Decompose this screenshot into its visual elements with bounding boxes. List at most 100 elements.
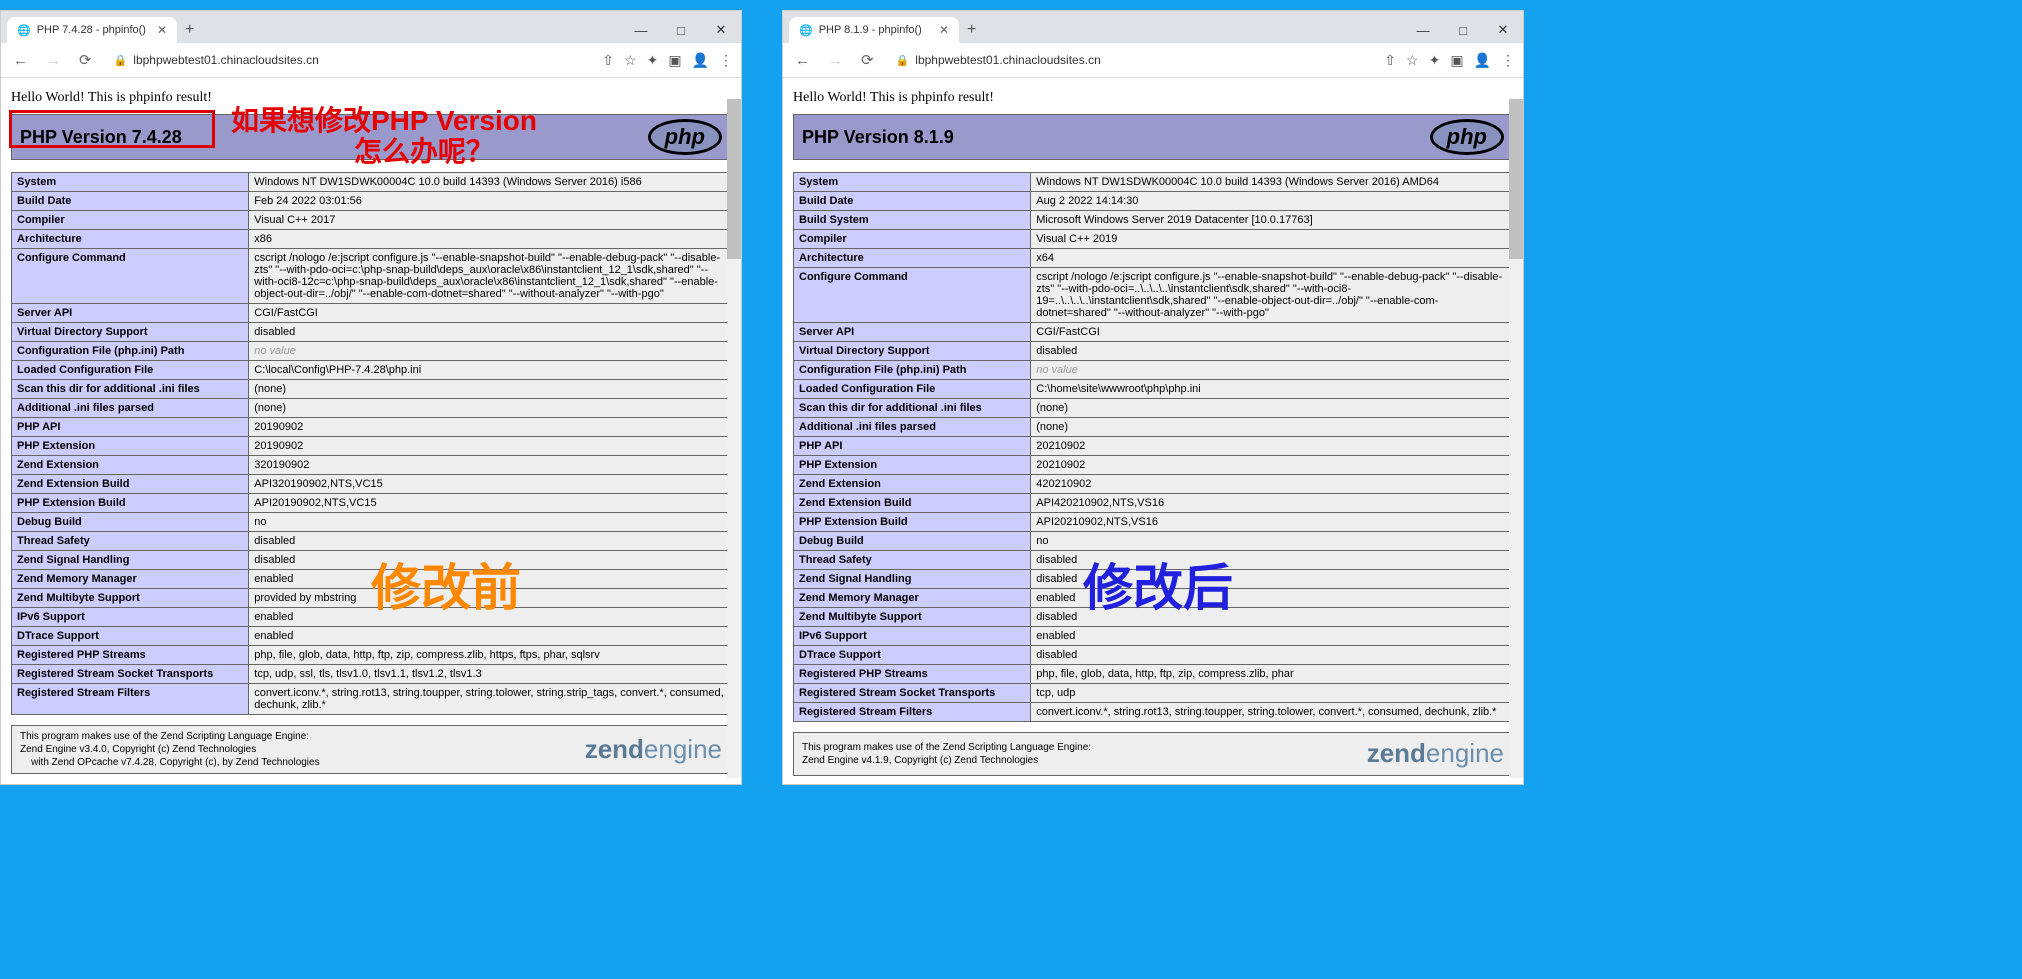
- close-tab-icon[interactable]: ✕: [939, 23, 949, 37]
- table-row: CompilerVisual C++ 2017: [12, 211, 731, 230]
- info-value: CGI/FastCGI: [1031, 323, 1513, 342]
- reload-button[interactable]: ⟳: [857, 49, 878, 71]
- tab-title: PHP 8.1.9 - phpinfo(): [819, 24, 922, 36]
- info-key: Compiler: [794, 230, 1031, 249]
- reload-button[interactable]: ⟳: [75, 49, 96, 71]
- info-key: Zend Multibyte Support: [794, 608, 1031, 627]
- info-value: 20190902: [249, 437, 731, 456]
- new-tab-button[interactable]: +: [967, 21, 976, 39]
- info-value: no: [249, 513, 731, 532]
- close-window-button[interactable]: ✕: [1483, 18, 1523, 42]
- close-window-button[interactable]: ✕: [701, 18, 741, 42]
- profile-icon[interactable]: 👤: [692, 52, 709, 69]
- tab-bar: 🌐 PHP 8.1.9 - phpinfo() ✕ + — □ ✕: [783, 11, 1523, 43]
- info-value: cscript /nologo /e:jscript configure.js …: [249, 249, 731, 304]
- maximize-button[interactable]: □: [1443, 18, 1483, 42]
- info-key: Debug Build: [12, 513, 249, 532]
- info-key: Compiler: [12, 211, 249, 230]
- info-key: Registered Stream Filters: [12, 684, 249, 715]
- info-key: IPv6 Support: [794, 627, 1031, 646]
- back-button[interactable]: ←: [791, 50, 814, 71]
- table-row: Registered Stream Socket Transportstcp, …: [12, 665, 731, 684]
- vertical-scrollbar[interactable]: [727, 99, 741, 778]
- info-key: Configuration File (php.ini) Path: [12, 342, 249, 361]
- maximize-button[interactable]: □: [661, 18, 701, 42]
- table-row: IPv6 Supportenabled: [794, 627, 1513, 646]
- phpinfo-table: SystemWindows NT DW1SDWK00004C 10.0 buil…: [793, 172, 1513, 722]
- page-content: Hello World! This is phpinfo result! PHP…: [1, 78, 741, 782]
- info-value: disabled: [1031, 551, 1513, 570]
- table-row: Debug Buildno: [794, 532, 1513, 551]
- info-value: convert.iconv.*, string.rot13, string.to…: [1031, 703, 1513, 722]
- info-value: Visual C++ 2017: [249, 211, 731, 230]
- info-key: DTrace Support: [794, 646, 1031, 665]
- table-row: Configuration File (php.ini) Pathno valu…: [12, 342, 731, 361]
- php-version-text: PHP Version 7.4.28: [20, 127, 182, 148]
- info-key: IPv6 Support: [12, 608, 249, 627]
- browser-tab[interactable]: 🌐 PHP 8.1.9 - phpinfo() ✕: [789, 17, 959, 43]
- table-row: PHP Extension20190902: [12, 437, 731, 456]
- lock-icon: 🔒: [896, 54, 910, 67]
- table-row: PHP API20190902: [12, 418, 731, 437]
- zend-footer-text: This program makes use of the Zend Scrip…: [20, 730, 320, 769]
- forward-button[interactable]: →: [824, 50, 847, 71]
- vertical-scrollbar[interactable]: [1509, 99, 1523, 778]
- table-row: Zend Extension320190902: [12, 456, 731, 475]
- menu-icon[interactable]: ⋮: [719, 52, 733, 69]
- forward-button[interactable]: →: [42, 50, 65, 71]
- info-value: API20210902,NTS,VS16: [1031, 513, 1513, 532]
- info-key: Loaded Configuration File: [794, 380, 1031, 399]
- info-key: Registered Stream Socket Transports: [794, 684, 1031, 703]
- scrollbar-thumb[interactable]: [727, 99, 741, 259]
- info-value: cscript /nologo /e:jscript configure.js …: [1031, 268, 1513, 323]
- table-row: Registered PHP Streamsphp, file, glob, d…: [12, 646, 731, 665]
- extensions-icon[interactable]: ✦: [647, 52, 659, 69]
- globe-icon: 🌐: [17, 24, 31, 37]
- table-row: IPv6 Supportenabled: [12, 608, 731, 627]
- extensions-icon[interactable]: ✦: [1429, 52, 1441, 69]
- info-value: API420210902,NTS,VS16: [1031, 494, 1513, 513]
- info-value: x64: [1031, 249, 1513, 268]
- info-key: PHP API: [794, 437, 1031, 456]
- info-key: Scan this dir for additional .ini files: [12, 380, 249, 399]
- menu-icon[interactable]: ⋮: [1501, 52, 1515, 69]
- new-tab-button[interactable]: +: [185, 21, 194, 39]
- table-row: PHP Extension BuildAPI20210902,NTS,VS16: [794, 513, 1513, 532]
- profile-icon[interactable]: 👤: [1474, 52, 1491, 69]
- minimize-button[interactable]: —: [621, 18, 661, 42]
- close-tab-icon[interactable]: ✕: [157, 23, 167, 37]
- info-key: Server API: [794, 323, 1031, 342]
- url-field[interactable]: 🔒 lbphpwebtest01.chinacloudsites.cn: [106, 49, 593, 71]
- panel-icon[interactable]: ▣: [1450, 52, 1463, 69]
- share-icon[interactable]: ⇧: [1384, 52, 1396, 69]
- info-value: disabled: [1031, 570, 1513, 589]
- browser-window-left: 🌐 PHP 7.4.28 - phpinfo() ✕ + — □ ✕ ← → ⟳…: [0, 10, 742, 785]
- info-value: Visual C++ 2019: [1031, 230, 1513, 249]
- info-value: API320190902,NTS,VC15: [249, 475, 731, 494]
- panel-icon[interactable]: ▣: [668, 52, 681, 69]
- info-key: Registered Stream Socket Transports: [12, 665, 249, 684]
- info-key: Build System: [794, 211, 1031, 230]
- url-field[interactable]: 🔒 lbphpwebtest01.chinacloudsites.cn: [888, 49, 1375, 71]
- table-row: Scan this dir for additional .ini files(…: [12, 380, 731, 399]
- php-logo: php: [1430, 119, 1504, 155]
- table-row: Thread Safetydisabled: [12, 532, 731, 551]
- info-key: Zend Extension: [794, 475, 1031, 494]
- minimize-button[interactable]: —: [1403, 18, 1443, 42]
- share-icon[interactable]: ⇧: [602, 52, 614, 69]
- zend-footer: This program makes use of the Zend Scrip…: [793, 732, 1513, 776]
- table-row: Zend Extension BuildAPI420210902,NTS,VS1…: [794, 494, 1513, 513]
- scrollbar-thumb[interactable]: [1509, 99, 1523, 259]
- info-key: Loaded Configuration File: [12, 361, 249, 380]
- info-key: Virtual Directory Support: [12, 323, 249, 342]
- back-button[interactable]: ←: [9, 50, 32, 71]
- address-bar: ← → ⟳ 🔒 lbphpwebtest01.chinacloudsites.c…: [783, 43, 1523, 78]
- browser-tab[interactable]: 🌐 PHP 7.4.28 - phpinfo() ✕: [7, 17, 177, 43]
- info-value: enabled: [249, 608, 731, 627]
- star-icon[interactable]: ☆: [624, 52, 637, 69]
- info-value: C:\home\site\wwwroot\php\php.ini: [1031, 380, 1513, 399]
- star-icon[interactable]: ☆: [1406, 52, 1419, 69]
- table-row: Registered Stream Filtersconvert.iconv.*…: [794, 703, 1513, 722]
- zend-footer-text: This program makes use of the Zend Scrip…: [802, 741, 1091, 767]
- info-key: Configuration File (php.ini) Path: [794, 361, 1031, 380]
